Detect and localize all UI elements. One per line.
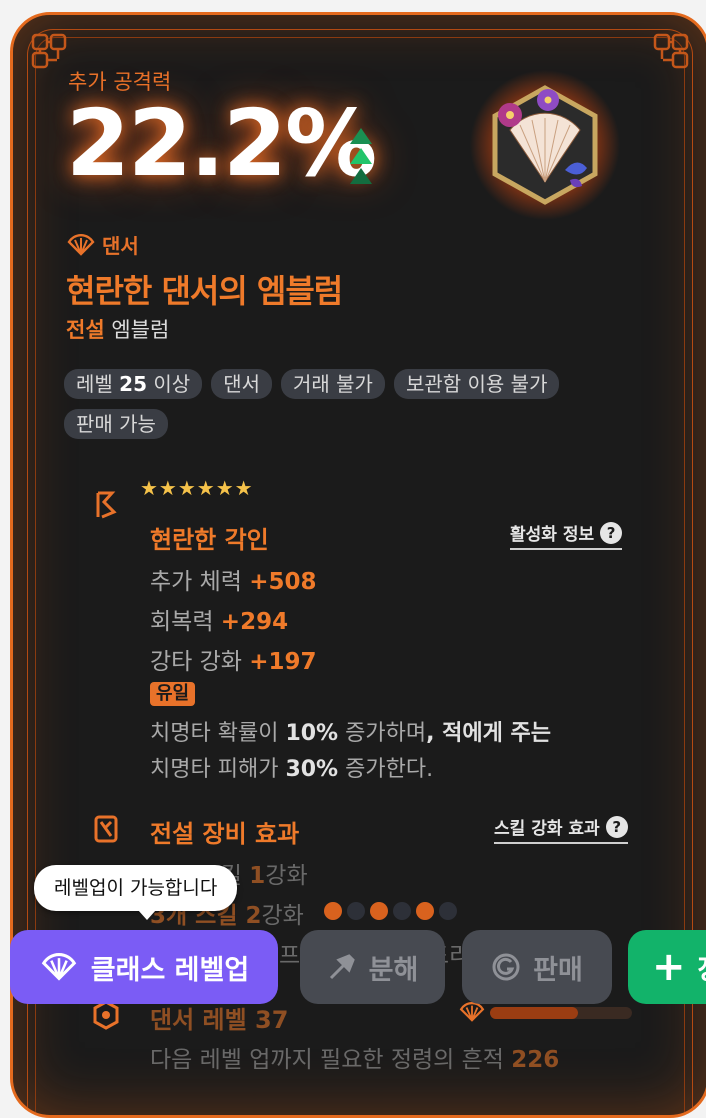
levelup-tooltip: 레벨업이 가능합니다 [34,865,238,920]
skill-enhance-label: 스킬 강화 효과 [494,819,600,839]
hammer-icon [329,954,355,980]
class-level-progress [490,1007,632,1019]
tag: 판매 가능 [64,409,168,439]
tag: 보관함 이용 불가 [393,369,560,399]
stat-value: 22.2% [66,90,377,197]
class-levelup-label: 클래스 레벨업 [90,954,250,986]
add-button[interactable]: + 장 [628,930,706,1004]
tag: 거래 불가 [281,369,385,399]
fan-icon [67,233,95,256]
skill-dots [324,902,457,920]
engraving-stat: 추가 체력 +508 [150,569,317,595]
engraving-stat: 회복력 +294 [150,609,289,635]
skill-dot [370,902,388,920]
class-level-progress-fill [490,1007,579,1019]
tag: 레벨 25 이상 [64,369,203,399]
question-icon: ? [605,815,628,838]
skill-enhance-info-link[interactable]: 스킬 강화 효과 ? [494,814,628,844]
corner-knot-icon [31,33,67,69]
fan-icon [459,1002,485,1022]
question-icon: ? [600,521,623,544]
grade-row: 전설 엠블럼 [66,314,169,344]
tag: 댄서 [211,369,272,399]
stat-up-arrows-icon [350,128,372,184]
skill-dot [347,902,365,920]
engraving-title: 현란한 각인 [150,526,269,554]
activation-info-link[interactable]: 활성화 정보 ? [510,520,623,550]
grade-label: 전설 [66,318,105,342]
coin-icon [492,953,520,981]
skill-dot [416,902,434,920]
add-label: 장 [698,948,706,987]
item-name: 현란한 댄서의 엠블럼 [66,272,343,310]
class-level-title: 댄서 레벨 37 [150,1006,289,1034]
disassemble-button[interactable]: 분해 [300,930,445,1004]
class-level-next: 다음 레벨 업까지 필요한 정령의 흔적 226 [150,1047,560,1073]
item-type: 엠블럼 [111,318,170,342]
class-name: 댄서 [102,234,139,258]
corner-knot-icon [653,33,689,69]
legendary-effect-icon [94,815,118,843]
star-rating: ★★★★★★ [140,476,254,500]
skill-dot [439,902,457,920]
fan-icon [41,953,76,981]
skill-dot [324,902,342,920]
legendary-title: 전설 장비 효과 [150,820,300,848]
class-row: 댄서 [66,230,139,259]
unique-badge: 유일 [150,682,196,706]
skill-dot [393,902,411,920]
plus-icon: + [652,944,686,990]
tag-list: 레벨 25 이상 댄서 거래 불가 보관함 이용 불가 판매 가능 [64,369,624,439]
engraving-stat: 강타 강화 +197 [150,649,317,675]
disassemble-label: 분해 [368,954,419,986]
dancer-fan-emblem-icon [470,70,620,220]
sell-button[interactable]: 판매 [462,930,612,1004]
activation-info-label: 활성화 정보 [510,525,595,545]
engraving-description: 치명타 확률이 10% 증가하며, 적에게 주는 치명타 피해가 30% 증가한… [150,721,551,782]
sell-label: 판매 [533,954,583,986]
class-level-icon [93,1000,119,1030]
engraving-icon [96,491,117,519]
class-levelup-button[interactable]: 클래스 레벨업 [10,930,278,1004]
